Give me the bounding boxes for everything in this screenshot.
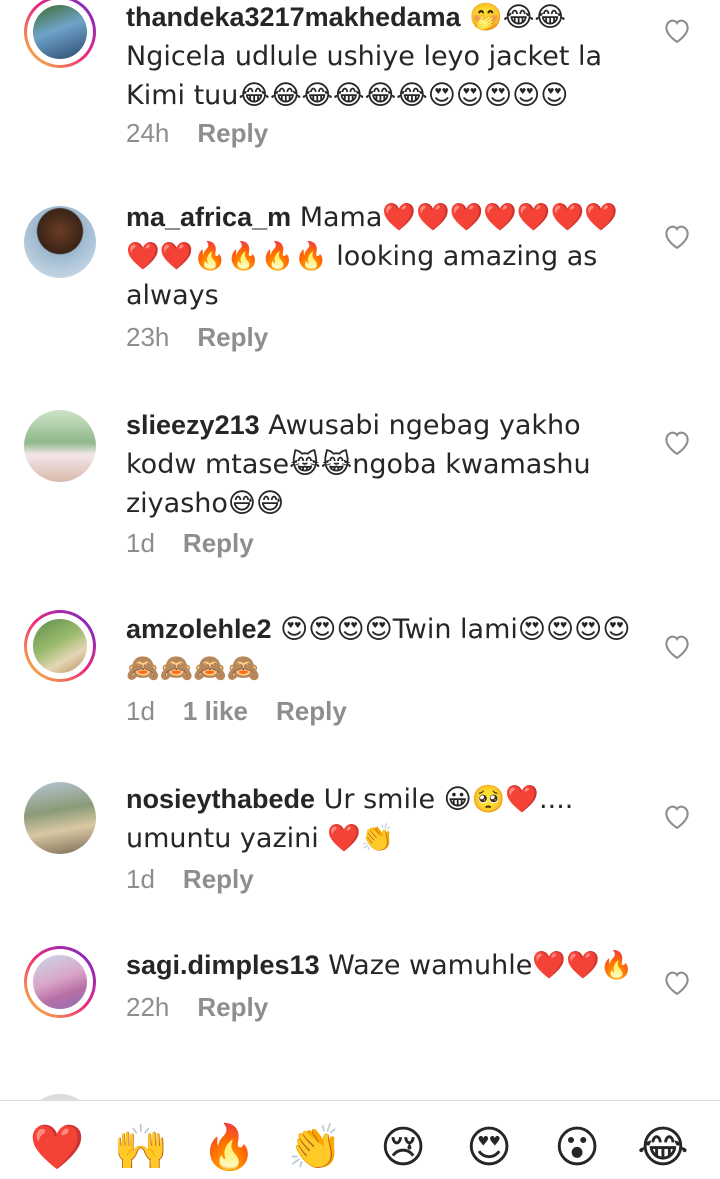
reaction-surprised[interactable]: 😮 bbox=[546, 1117, 608, 1179]
avatar[interactable] bbox=[24, 782, 96, 854]
reaction-fire[interactable]: 🔥 bbox=[198, 1117, 260, 1179]
comment-time: 24h bbox=[126, 118, 170, 148]
comment-time: 1d bbox=[126, 864, 155, 894]
comment-meta: 23h Reply bbox=[126, 322, 296, 353]
comment-time: 22h bbox=[126, 992, 170, 1022]
avatar[interactable] bbox=[24, 0, 96, 68]
avatar[interactable] bbox=[24, 206, 96, 278]
reply-button[interactable]: Reply bbox=[183, 864, 254, 894]
heart-outline-icon[interactable] bbox=[662, 802, 692, 830]
reaction-heart-eyes[interactable]: 😍 bbox=[458, 1117, 520, 1179]
comment-time: 1d bbox=[126, 696, 155, 726]
reply-button[interactable]: Reply bbox=[197, 322, 268, 352]
reaction-raised-hands[interactable]: 🙌 bbox=[110, 1117, 172, 1179]
comment-item: ma_africa_m Mama❤️❤️❤️❤️❤️❤️❤️❤️❤️🔥🔥🔥🔥 l… bbox=[0, 196, 720, 376]
comment-username[interactable]: ma_africa_m bbox=[126, 202, 291, 232]
avatar[interactable] bbox=[24, 410, 96, 482]
reaction-crying[interactable]: 😢 bbox=[372, 1117, 434, 1179]
likes-count[interactable]: 1 like bbox=[183, 696, 248, 726]
reaction-heart[interactable]: ❤️ bbox=[26, 1117, 88, 1179]
comment-item: amzolehle2 😍😍😍😍Twin lami😍😍😍😍🙈🙈🙈🙈 1d 1 lik… bbox=[0, 606, 720, 746]
heart-outline-icon[interactable] bbox=[662, 968, 692, 996]
comment-time: 23h bbox=[126, 322, 170, 352]
comment-meta: 1d Reply bbox=[126, 528, 282, 559]
avatar[interactable] bbox=[24, 946, 96, 1018]
reply-button[interactable]: Reply bbox=[183, 528, 254, 558]
reply-button[interactable]: Reply bbox=[197, 992, 268, 1022]
comment-meta: 24h Reply bbox=[126, 118, 296, 149]
comment-meta: 1d Reply bbox=[126, 864, 282, 895]
reply-button[interactable]: Reply bbox=[197, 118, 268, 148]
reaction-laughing[interactable]: 😂 bbox=[632, 1117, 694, 1179]
heart-outline-icon[interactable] bbox=[662, 16, 692, 44]
comment-item: thandeka3217makhedama 🤭😂😂 Ngicela udlule… bbox=[0, 0, 720, 170]
quick-reaction-bar: ❤️ 🙌 🔥 👏 😢 😍 😮 😂 bbox=[0, 1100, 720, 1177]
comment-meta: 22h Reply bbox=[126, 992, 296, 1023]
comment-username[interactable]: slieezy213 bbox=[126, 410, 260, 440]
comment-item: nosieythabede Ur smile 😀🥺❤️.... umuntu y… bbox=[0, 776, 720, 916]
comment-username[interactable]: sagi.dimples13 bbox=[126, 950, 320, 980]
comments-list: thandeka3217makhedama 🤭😂😂 Ngicela udlule… bbox=[0, 0, 720, 1100]
comment-time: 1d bbox=[126, 528, 155, 558]
comment-username[interactable]: amzolehle2 bbox=[126, 614, 272, 644]
avatar[interactable] bbox=[24, 610, 96, 682]
comment-username[interactable]: thandeka3217makhedama bbox=[126, 2, 461, 32]
reaction-clap[interactable]: 👏 bbox=[284, 1117, 346, 1179]
comment-text: Waze wamuhle❤️❤️🔥 bbox=[319, 950, 634, 981]
comment-item: slieezy213 Awusabi ngebag yakho kodw mta… bbox=[0, 400, 720, 580]
heart-outline-icon[interactable] bbox=[662, 632, 692, 660]
comment-username[interactable]: nosieythabede bbox=[126, 784, 315, 814]
reply-button[interactable]: Reply bbox=[276, 696, 347, 726]
comment-meta: 1d 1 like Reply bbox=[126, 696, 375, 727]
comment-item: sagi.dimples13 Waze wamuhle❤️❤️🔥 22h Repl… bbox=[0, 944, 720, 1054]
heart-outline-icon[interactable] bbox=[662, 428, 692, 456]
heart-outline-icon[interactable] bbox=[662, 222, 692, 250]
